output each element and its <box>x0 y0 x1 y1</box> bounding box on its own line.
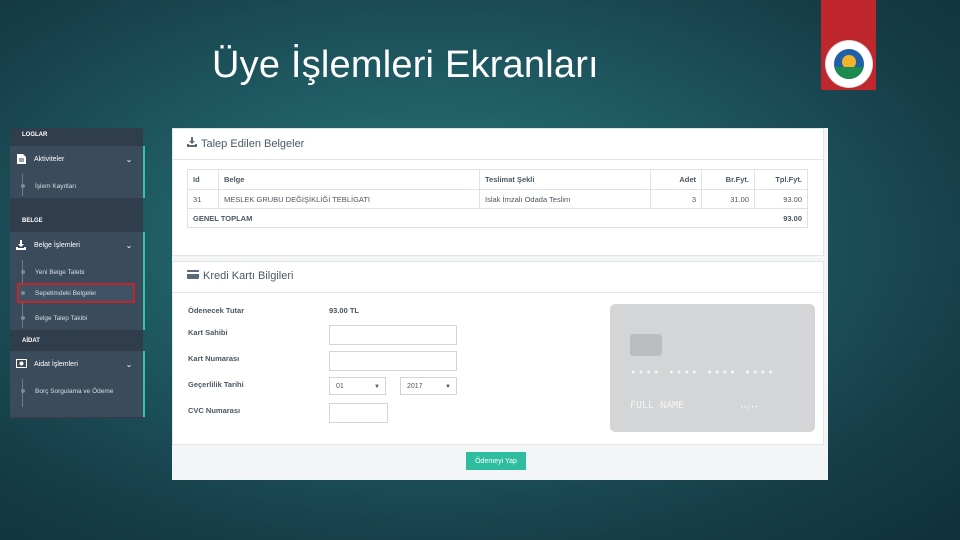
logo-emblem <box>834 49 864 79</box>
sidebar-subitem-label: Belge Talep Takibi <box>35 314 88 322</box>
card-holder-label: Kart Sahibi <box>188 328 228 337</box>
total-value: 93.00 <box>754 208 808 228</box>
money-icon <box>16 359 27 369</box>
bullet-icon <box>21 389 25 393</box>
sidebar-subitem-sepetimdeki-belgeler[interactable]: Sepetimdeki Belgeler <box>17 283 135 303</box>
amount-value: 93.00 TL <box>329 306 360 315</box>
column-header: Id <box>187 169 219 190</box>
column-header: Br.Fyt. <box>701 169 755 190</box>
select-value: 2017 <box>407 382 423 390</box>
file-icon <box>16 154 26 164</box>
card-holder-input[interactable] <box>329 325 457 345</box>
divider <box>173 159 823 160</box>
cell-birim-fiyat: 31.00 <box>701 189 755 209</box>
expiry-month-select[interactable]: 01 ▼ <box>329 377 386 395</box>
card-preview-expiry: ••/•• <box>740 404 759 411</box>
main-panel: Talep Edilen Belgeler Id Belge Teslimat … <box>172 128 828 480</box>
sidebar-item-belge-islemleri[interactable]: Belge İşlemleri ⌄ <box>10 232 141 258</box>
sidebar-subitem-belge-talep-takibi[interactable]: Belge Talep Takibi <box>10 308 141 328</box>
sidebar-item-aidat-islemleri[interactable]: Aidat İşlemleri ⌄ <box>10 351 141 377</box>
sidebar-section-logs: LOGLAR <box>22 132 48 138</box>
expiry-label: Geçerlilik Tarihi <box>188 380 244 389</box>
amount-label: Ödenecek Tutar <box>188 306 245 315</box>
sidebar-item-label: Belge İşlemleri <box>34 241 80 249</box>
sidebar-subitem-label: İşlem Kayıtları <box>35 182 77 190</box>
logo-band <box>834 67 864 79</box>
cvc-input[interactable] <box>329 403 388 423</box>
slide-title: Üye İşlemleri Ekranları <box>212 44 599 86</box>
sidebar-subitem-islem-kayitlari[interactable]: İşlem Kayıtları <box>10 176 141 196</box>
organization-logo-icon <box>826 41 872 87</box>
card-number-input[interactable] <box>329 351 457 371</box>
pay-button[interactable]: Ödemeyi Yap <box>466 452 526 470</box>
sidebar: LOGLAR Aktiviteler ⌄ İşlem Kayıtları BEL… <box>10 128 145 419</box>
requested-documents-card: Talep Edilen Belgeler Id Belge Teslimat … <box>172 128 824 256</box>
bullet-icon <box>21 316 25 320</box>
sidebar-section-aidat: AİDAT <box>22 338 40 344</box>
cell-id: 31 <box>187 189 219 209</box>
sidebar-item-label: Aktiviteler <box>34 155 65 163</box>
card-preview-name: FULL NAME <box>630 400 685 411</box>
sidebar-subitem-label: Borç Sorgulama ve Ödeme <box>35 387 114 395</box>
bullet-icon <box>21 291 25 295</box>
expiry-year-select[interactable]: 2017 ▼ <box>400 377 457 395</box>
column-header: Teslimat Şekli <box>479 169 651 190</box>
credit-card-preview: •••• •••• •••• •••• FULL NAME ••/•• <box>610 304 815 432</box>
card-preview-number: •••• •••• •••• •••• <box>630 366 775 379</box>
card-number-label: Kart Numarası <box>188 354 240 363</box>
total-label: GENEL TOPLAM <box>187 208 755 228</box>
card-title: Kredi Kartı Bilgileri <box>187 270 293 282</box>
chevron-down-icon: ⌄ <box>125 154 133 164</box>
table-total-row: GENEL TOPLAM 93.00 <box>187 208 808 228</box>
card-title: Talep Edilen Belgeler <box>187 137 304 150</box>
sidebar-subitem-label: Yeni Belge Talebi <box>35 268 85 276</box>
column-header: Tpl.Fyt. <box>754 169 808 190</box>
chevron-down-icon: ⌄ <box>125 359 133 369</box>
cell-teslimat: Islak İmzalı Odada Teslim <box>479 189 651 209</box>
bullet-icon <box>21 184 25 188</box>
sidebar-group-aidat-islemleri: Aidat İşlemleri ⌄ Borç Sorgulama ve Ödem… <box>10 351 145 417</box>
credit-card-icon <box>187 270 199 282</box>
sidebar-section-belge: BELGE <box>22 218 43 224</box>
sidebar-item-label: Aidat İşlemleri <box>34 360 78 368</box>
table-header-row: Id Belge Teslimat Şekli Adet Br.Fyt. Tpl… <box>187 169 808 190</box>
cvc-label: CVC Numarası <box>188 406 241 415</box>
caret-down-icon: ▼ <box>445 384 451 390</box>
download-icon <box>187 137 197 150</box>
column-header: Adet <box>650 169 702 190</box>
divider <box>173 292 823 293</box>
sidebar-subitem-label: Sepetimdeki Belgeler <box>35 289 97 297</box>
cell-adet: 3 <box>650 189 702 209</box>
sidebar-group-belge-islemleri: Belge İşlemleri ⌄ Yeni Belge Talebi Sepe… <box>10 232 145 330</box>
caret-down-icon: ▼ <box>374 384 380 390</box>
sidebar-subitem-yeni-belge-talebi[interactable]: Yeni Belge Talebi <box>10 262 141 282</box>
sidebar-group-aktiviteler: Aktiviteler ⌄ İşlem Kayıtları <box>10 146 145 198</box>
cell-belge: MESLEK GRUBU DEĞİŞİKLİĞİ TEBLİGATI <box>218 189 480 209</box>
cell-toplam-fiyat: 93.00 <box>754 189 808 209</box>
requested-documents-table: Id Belge Teslimat Şekli Adet Br.Fyt. Tpl… <box>187 169 808 228</box>
download-icon <box>16 240 26 250</box>
sidebar-subitem-borc-sorgulama[interactable]: Borç Sorgulama ve Ödeme <box>10 381 141 401</box>
select-value: 01 <box>336 382 344 390</box>
sidebar-item-aktiviteler[interactable]: Aktiviteler ⌄ <box>10 146 141 172</box>
table-row: 31 MESLEK GRUBU DEĞİŞİKLİĞİ TEBLİGATI Is… <box>187 189 808 209</box>
column-header: Belge <box>218 169 480 190</box>
chevron-down-icon: ⌄ <box>125 240 133 250</box>
bullet-icon <box>21 270 25 274</box>
card-chip-icon <box>630 334 662 356</box>
